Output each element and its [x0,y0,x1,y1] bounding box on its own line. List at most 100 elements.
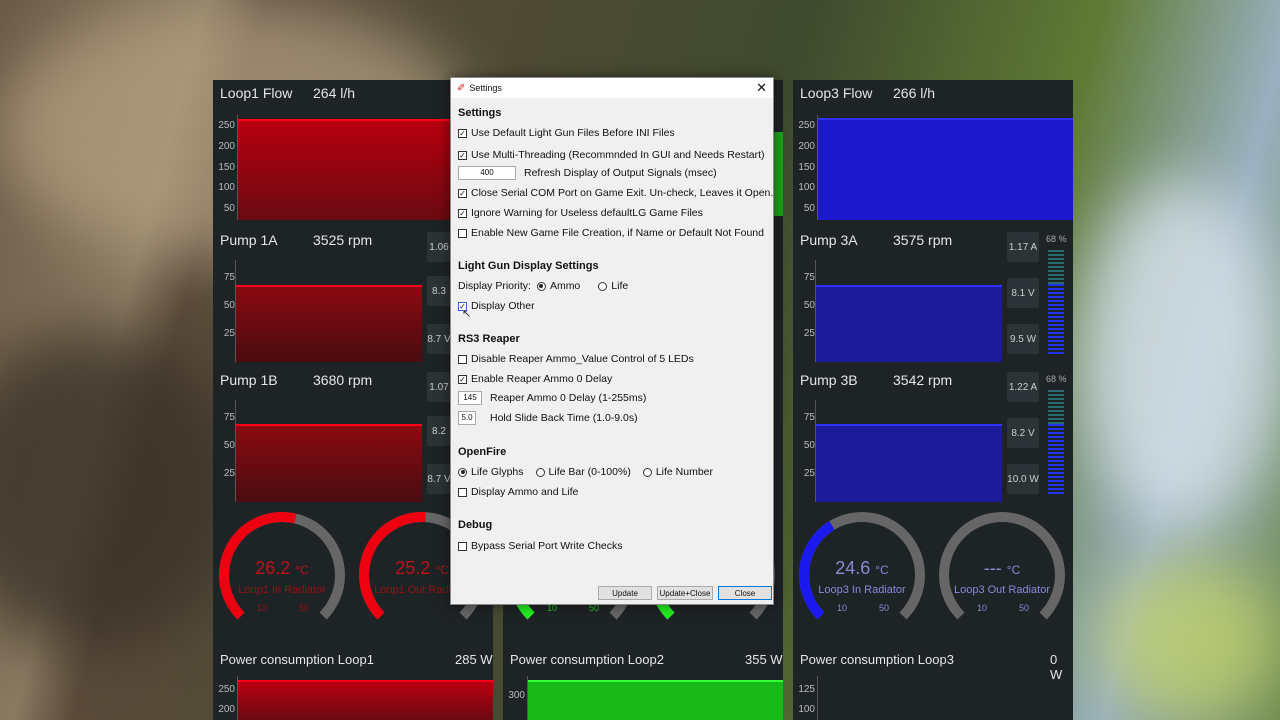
gauge-max-label: 50 [878,603,889,613]
pump-3b-voltage: 8.2 V [1007,418,1039,448]
section-debug: Debug [458,519,493,531]
tick-label: 75 [803,272,815,283]
pump-3b-title: Pump 3B [800,372,858,388]
tick-label: 75 [803,412,815,423]
pump-3b-chart [815,400,1002,502]
update-button[interactable]: Update [598,586,652,600]
openfire-mode-row: Life Glyphs Life Bar (0-100%) Life Numbe… [458,466,713,478]
loop3-out-temp-readout: --- °C [947,558,1057,579]
radio-selected[interactable] [458,467,467,477]
gauge-min-label: 10 [976,603,987,613]
checkbox-unchecked[interactable] [458,354,467,364]
close-button[interactable]: Close [718,586,772,600]
checkbox-checked[interactable]: ✓ [458,188,467,198]
checkbox-checked[interactable]: ✓ [458,128,467,138]
loop1-in-radiator-label: Loop1 In Radiator [238,584,326,596]
opt-new-game-file[interactable]: Enable New Game File Creation, if Name o… [458,227,764,239]
section-settings: Settings [458,107,502,119]
display-priority-row: Display Priority: Ammo Life [458,280,628,292]
loop3-power-title: Power consumption Loop3 [800,652,954,667]
loop2-power-value: 355 W [745,652,783,667]
opt-bypass-serial[interactable]: Bypass Serial Port Write Checks [458,540,623,552]
hold-slide-label: Hold Slide Back Time (1.0-9.0s) [490,412,638,424]
pump-1b-power: 8.7 V [427,464,451,494]
hold-slide-row: 5.0 Hold Slide Back Time (1.0-9.0s) [458,411,638,425]
radio-label: Life Bar (0-100%) [548,466,631,478]
pump-1a-chart [235,260,422,362]
pump-3a-percent: 68 % [1046,234,1067,244]
opt-label: Ignore Warning for Useless defaultLG Gam… [471,207,703,219]
opt-display-ammo-life[interactable]: Display Ammo and Life [458,486,578,498]
pump-3a-voltage: 8.1 V [1007,278,1039,308]
gauge-min-label: 10 [256,603,267,613]
temp-unit: °C [295,563,309,577]
opt-multithreading[interactable]: ✓ Use Multi-Threading (Recommnded In GUI … [458,149,765,161]
radio-unselected[interactable] [535,467,545,477]
opt-enable-reaper-delay[interactable]: ✓ Enable Reaper Ammo 0 Delay [458,373,612,385]
radio-label: Life [611,280,629,292]
pump-3b-power: 10.0 W [1007,464,1039,494]
loop1-in-temp-readout: 26.2 °C [227,558,337,579]
tick-label: 100 [798,704,815,715]
pump-3a-level-meter [1048,250,1064,356]
mouse-cursor-icon: ↖ [462,308,472,320]
opt-label: Display Ammo and Life [471,486,579,498]
reaper-delay-input[interactable]: 145 [458,391,482,405]
pump-3b-level-fill [1048,424,1064,496]
reaper-delay-label: Reaper Ammo 0 Delay (1-255ms) [490,392,647,404]
pump-3b-value: 3542 rpm [893,372,953,388]
opt-ignore-warning[interactable]: ✓ Ignore Warning for Useless defaultLG Ga… [458,207,703,219]
background-photo-blob [1080,180,1280,530]
dialog-title: Settings [469,83,502,93]
loop1-power-title: Power consumption Loop1 [220,652,374,667]
update-close-button[interactable]: Update+Close [657,586,713,600]
loop3-in-radiator-label: Loop3 In Radiator [818,584,906,596]
opt-label: Close Serial COM Port on Game Exit. Un-c… [471,187,774,199]
checkbox-checked[interactable]: ✓ [458,374,467,384]
checkbox-checked[interactable]: ✓ [458,150,467,160]
radio-label: Life Number [655,466,714,478]
close-icon[interactable]: ✕ [756,80,767,96]
pump-3a-level-fill [1048,284,1064,356]
pump-1b-amp: 1.07 [427,372,451,402]
opt-label: Use Default Light Gun Files Before INI F… [471,127,675,139]
hold-slide-input[interactable]: 5.0 [458,411,476,425]
checkbox-unchecked[interactable] [458,228,467,238]
pump-1b-voltage: 8.2 [427,416,451,446]
opt-label: Enable New Game File Creation, if Name o… [471,227,764,239]
tick-label: 25 [223,328,235,339]
pump-3a-value: 3575 rpm [893,232,953,248]
radio-selected[interactable] [536,281,546,291]
loop1-flow-value: 264 l/h [313,85,356,101]
opt-default-files[interactable]: ✓ Use Default Light Gun Files Before INI … [458,127,675,139]
checkbox-unchecked[interactable] [458,541,467,551]
tick-label: 50 [223,203,235,214]
pump-1a-power: 8.7 V [427,324,451,354]
tick-label: 75 [223,272,235,283]
background-photo-blob [1100,560,1280,720]
refresh-input[interactable]: 400 [458,166,516,180]
radio-unselected[interactable] [598,281,608,291]
loop2-power-title: Power consumption Loop2 [510,652,664,667]
opt-close-com[interactable]: ✓ Close Serial COM Port on Game Exit. Un-… [458,187,773,199]
radio-label: Ammo [549,280,581,292]
section-reaper: RS3 Reaper [458,333,520,345]
opt-disable-reaper[interactable]: Disable Reaper Ammo_Value Control of 5 L… [458,353,694,365]
loop1-power-area [238,680,493,720]
display-priority-label: Display Priority: [458,280,531,292]
tick-label: 50 [803,203,815,214]
section-display: Light Gun Display Settings [458,260,599,272]
temp-unit: °C [435,563,449,577]
pump-3a-area [816,285,1002,362]
opt-label: Bypass Serial Port Write Checks [471,540,623,552]
checkbox-checked[interactable]: ✓ [458,208,467,218]
pump-1a-title: Pump 1A [220,232,278,248]
checkbox-unchecked[interactable] [458,487,467,497]
dialog-titlebar[interactable]: ✐ Settings ✕ [451,78,773,98]
loop3-flow-title: Loop3 Flow [800,85,873,101]
radio-unselected[interactable] [642,467,652,477]
tick-label: 50 [223,440,235,451]
pump-3a-amp: 1.17 A [1007,232,1039,262]
pump-1b-title: Pump 1B [220,372,278,388]
settings-dialog: ✐ Settings ✕ Settings ✓ Use Default Light… [450,77,774,605]
